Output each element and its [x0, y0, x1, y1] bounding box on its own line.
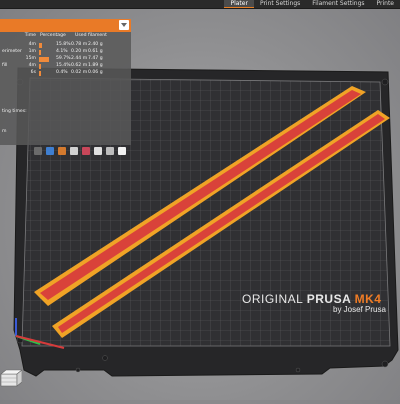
- legend-row-weight: 2.40 g: [88, 42, 103, 47]
- legend-row-percentage: 4.1%: [56, 49, 68, 54]
- bed-hole: [76, 368, 80, 372]
- bed-logo-text: ORIGINAL PRUSA MK4: [242, 292, 381, 306]
- legend-row-name: erimeter: [2, 49, 22, 54]
- legend-row-length: 0.20 m: [71, 49, 87, 54]
- legend-toolbar: [0, 143, 131, 159]
- legend-row-time: 1m: [24, 49, 36, 54]
- legend-row-weight: 7.47 g: [88, 56, 103, 61]
- logo-model: MK4: [355, 292, 382, 306]
- legend-row-percentage: 15.8%: [56, 42, 71, 47]
- legend-row-length: 2.44 m: [71, 56, 87, 61]
- legend-row[interactable]: erimeter1m 4.1%0.20 m0.61 g: [0, 49, 131, 56]
- cube-icon[interactable]: [0, 368, 22, 390]
- bed-hole: [103, 356, 108, 361]
- col-used-filament: Used filament: [75, 33, 107, 38]
- legend-row-weight: 0.06 g: [88, 70, 103, 75]
- color-changes-icon[interactable]: [106, 147, 114, 155]
- legend-row-time: 6s: [24, 70, 36, 75]
- seams-icon[interactable]: [82, 147, 90, 155]
- legend-row-bar: [39, 64, 41, 69]
- legend-row-percentage: 15.4%: [56, 63, 71, 68]
- legend-row[interactable]: 15m 59.7%2.44 m7.47 g: [0, 56, 131, 63]
- legend-row[interactable]: 4m 15.8%0.78 m2.40 g: [0, 42, 131, 49]
- travel-icon[interactable]: [34, 147, 42, 155]
- deretractions-icon[interactable]: [70, 147, 78, 155]
- col-percentage: Percentage: [40, 33, 66, 38]
- logo-original: ORIGINAL: [242, 292, 307, 306]
- legend-row[interactable]: 6s 0.4%0.02 m0.06 g: [0, 70, 131, 77]
- shells-icon[interactable]: [118, 147, 126, 155]
- legend-row-percentage: 0.4%: [56, 70, 68, 75]
- legend-row-length: 0.02 m: [71, 70, 87, 75]
- legend-row-percentage: 59.7%: [56, 56, 71, 61]
- legend-row-time: 15m: [24, 56, 36, 61]
- legend-row-bar: [39, 43, 42, 48]
- legend-row-length: 0.78 m: [71, 42, 87, 47]
- legend-row-bar: [39, 50, 41, 55]
- wipe-icon[interactable]: [46, 147, 54, 155]
- legend-view-type-dropdown[interactable]: [0, 19, 131, 32]
- bed-hole: [382, 361, 388, 367]
- tool-changes-icon[interactable]: [94, 147, 102, 155]
- logo-prusa: PRUSA: [307, 292, 355, 306]
- legend-row-time: 4m: [24, 42, 36, 47]
- retractions-icon[interactable]: [58, 147, 66, 155]
- legend-note-m: m: [2, 129, 6, 134]
- chevron-down-icon[interactable]: [119, 20, 129, 30]
- bed-logo-byline: by Josef Prusa: [333, 305, 386, 314]
- bed-hole: [296, 368, 300, 372]
- legend-row-weight: 1.89 g: [88, 63, 103, 68]
- legend-note-times: ting times:: [2, 109, 27, 114]
- legend-row-bar: [39, 71, 41, 76]
- legend-row-length: 0.62 m: [71, 63, 87, 68]
- legend-row-name: fill: [2, 63, 7, 68]
- legend-row-bar: [39, 57, 49, 62]
- gcode-legend-panel: Time Percentage Used filament 4m 15.8%0.7…: [0, 19, 131, 145]
- col-time: Time: [24, 33, 36, 38]
- legend-columns: Time Percentage Used filament: [0, 33, 131, 40]
- legend-row-time: 4m: [24, 63, 36, 68]
- bed-hole: [382, 79, 388, 85]
- legend-row-weight: 0.61 g: [88, 49, 103, 54]
- legend-row[interactable]: fill 4m 15.4%0.62 m1.89 g: [0, 63, 131, 70]
